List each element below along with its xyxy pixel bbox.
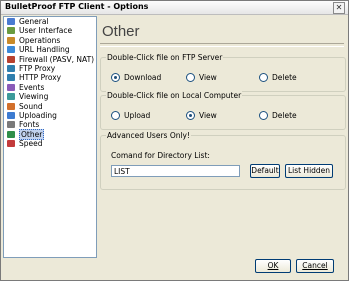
title-bar[interactable]: BulletProof FTP Client - Options ✕ bbox=[1, 1, 348, 15]
sidebar-item[interactable]: Operations bbox=[4, 36, 96, 45]
sidebar-item-label: Viewing bbox=[19, 92, 49, 102]
radio-label: Upload bbox=[124, 111, 151, 120]
sidebar-item-label: Speed bbox=[19, 139, 43, 149]
radio-button[interactable] bbox=[259, 110, 268, 120]
radio-button[interactable] bbox=[186, 110, 195, 120]
sidebar-item[interactable]: User Interface bbox=[4, 26, 96, 35]
sidebar-item[interactable]: URL Handling bbox=[4, 45, 96, 54]
sound-icon bbox=[7, 102, 15, 110]
sidebar-item-label: Events bbox=[19, 82, 45, 92]
http-proxy-icon bbox=[7, 74, 15, 82]
advanced-group: Advanced Users Only! Comand for Director… bbox=[100, 131, 346, 190]
local-computer-group-label: Double-Click file on Local Computer bbox=[106, 91, 243, 100]
sidebar-item-label: Other bbox=[19, 128, 45, 140]
options-panel: Other Double-Click file on FTP Server Do… bbox=[98, 16, 346, 256]
ftp-download-radio[interactable]: Download bbox=[111, 72, 162, 82]
other-icon bbox=[7, 130, 15, 138]
sidebar-item[interactable]: HTTP Proxy bbox=[4, 73, 96, 82]
advanced-group-label: Advanced Users Only! bbox=[106, 131, 192, 140]
options-window: BulletProof FTP Client - Options ✕ Gener… bbox=[0, 0, 349, 281]
sidebar-item[interactable]: Viewing bbox=[4, 92, 96, 101]
radio-label: Delete bbox=[272, 73, 297, 82]
close-button[interactable]: ✕ bbox=[333, 2, 345, 14]
radio-button[interactable] bbox=[259, 72, 268, 82]
general-icon bbox=[7, 18, 15, 25]
sidebar-item[interactable]: Sound bbox=[4, 102, 96, 111]
events-icon bbox=[7, 83, 15, 91]
uploading-icon bbox=[7, 111, 15, 119]
sidebar-item[interactable]: Other bbox=[4, 128, 96, 140]
ok-button[interactable]: OK bbox=[255, 259, 291, 273]
user-interface-icon bbox=[7, 27, 15, 35]
firewall-icon bbox=[7, 55, 15, 63]
sidebar-item-label: Sound bbox=[19, 101, 43, 111]
radio-label: Delete bbox=[272, 111, 297, 120]
radio-button[interactable] bbox=[111, 110, 120, 120]
ftp-server-group-label: Double-Click file on FTP Server bbox=[106, 53, 224, 62]
sidebar-item-label: Operations bbox=[19, 35, 61, 45]
sidebar-item-label: HTTP Proxy bbox=[19, 73, 62, 83]
fonts-icon bbox=[7, 121, 15, 129]
sidebar-item[interactable]: Fonts bbox=[4, 120, 96, 129]
speed-icon bbox=[7, 140, 15, 148]
radio-button[interactable] bbox=[111, 72, 120, 82]
radio-label: View bbox=[199, 73, 217, 82]
local-delete-radio[interactable]: Delete bbox=[259, 110, 297, 120]
sidebar-item[interactable]: Speed bbox=[4, 139, 96, 148]
operations-icon bbox=[7, 36, 15, 44]
page-title: Other bbox=[102, 23, 140, 40]
ftp-delete-radio[interactable]: Delete bbox=[259, 72, 297, 82]
sidebar-item[interactable]: FTP Proxy bbox=[4, 64, 96, 73]
sidebar-item[interactable]: General bbox=[4, 17, 96, 26]
ftp-proxy-icon bbox=[7, 64, 15, 72]
viewing-icon bbox=[7, 93, 15, 101]
sidebar-item-label: URL Handling bbox=[19, 45, 70, 55]
sidebar-item[interactable]: Events bbox=[4, 83, 96, 92]
cancel-button[interactable]: Cancel bbox=[296, 259, 334, 273]
local-computer-group: Double-Click file on Local Computer Uplo… bbox=[100, 91, 346, 130]
sidebar-item-label: Uploading bbox=[19, 110, 57, 120]
sidebar-item-label: General bbox=[19, 17, 49, 26]
sidebar-item-label: Fonts bbox=[19, 120, 40, 130]
cancel-label: Cancel bbox=[302, 261, 328, 270]
directory-command-input[interactable]: LIST bbox=[111, 165, 240, 177]
ftp-view-radio[interactable]: View bbox=[186, 72, 217, 82]
sidebar-item-label: FTP Proxy bbox=[19, 63, 56, 73]
default-button[interactable]: Default bbox=[250, 164, 280, 178]
sidebar-item[interactable]: Firewall (PASV, NAT) bbox=[4, 55, 96, 64]
list-hidden-button[interactable]: List Hidden bbox=[285, 164, 333, 178]
ok-label: OK bbox=[267, 261, 279, 270]
radio-label: Download bbox=[124, 73, 162, 82]
url-handling-icon bbox=[7, 46, 15, 54]
radio-button[interactable] bbox=[186, 72, 195, 82]
window-title: BulletProof FTP Client - Options bbox=[5, 2, 149, 11]
sidebar-item[interactable]: Uploading bbox=[4, 111, 96, 120]
radio-label: View bbox=[199, 111, 217, 120]
options-tree: General User Interface Operations URL Handl… bbox=[3, 16, 97, 258]
ftp-server-group: Double-Click file on FTP Server Download… bbox=[100, 53, 346, 92]
title-divider bbox=[100, 43, 344, 47]
sidebar-item-label: User Interface bbox=[19, 26, 73, 36]
local-upload-radio[interactable]: Upload bbox=[111, 110, 151, 120]
sidebar-item-label: Firewall (PASV, NAT) bbox=[19, 54, 95, 64]
local-view-radio[interactable]: View bbox=[186, 110, 217, 120]
directory-command-label: Comand for Directory List: bbox=[111, 151, 210, 160]
